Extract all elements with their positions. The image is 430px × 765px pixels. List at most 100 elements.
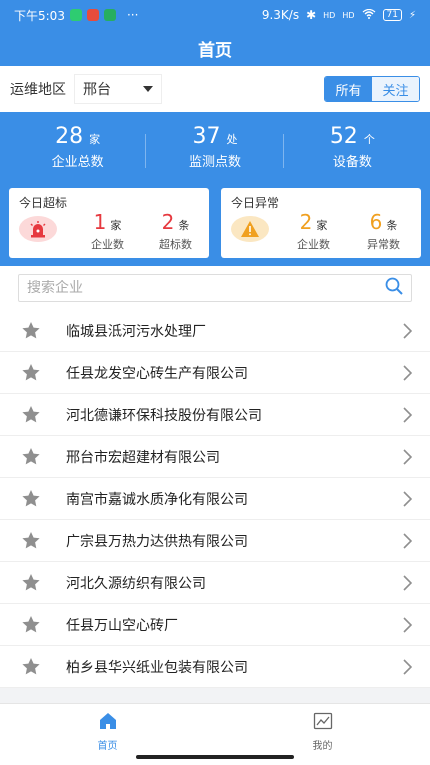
star-icon[interactable] xyxy=(20,405,42,424)
card-sublabel: 企业数 xyxy=(297,238,330,251)
network-speed: 9.3K/s xyxy=(261,8,300,22)
star-icon[interactable] xyxy=(20,489,42,508)
region-label: 运维地区 xyxy=(10,82,66,98)
overlimit-record-count: 2 xyxy=(161,210,175,234)
list-item[interactable]: 任县万山空心砖厂 xyxy=(0,604,430,646)
chevron-right-icon xyxy=(400,406,414,423)
more-notifications-icon: ··· xyxy=(126,8,139,22)
chevron-right-icon xyxy=(400,574,414,591)
home-indicator xyxy=(136,755,294,759)
chevron-right-icon xyxy=(400,364,414,381)
search-icon[interactable] xyxy=(385,277,403,299)
list-item[interactable]: 广宗县万热力达供热有限公司 xyxy=(0,520,430,562)
chevron-right-icon xyxy=(400,322,414,339)
star-icon[interactable] xyxy=(20,615,42,634)
chevron-down-icon xyxy=(143,86,153,92)
company-name: 临城县泜河污水处理厂 xyxy=(66,323,206,340)
stat-enterprises[interactable]: 28 家 企业总数 xyxy=(9,124,147,182)
card-unit: 家 xyxy=(316,219,328,232)
overlimit-enterprise-count: 1 xyxy=(93,210,107,234)
bluetooth-icon: ✱ xyxy=(306,8,317,22)
stat-value: 28 xyxy=(55,124,84,149)
card-unit: 家 xyxy=(110,219,122,232)
company-name: 广宗县万热力达供热有限公司 xyxy=(66,533,248,550)
company-name: 任县万山空心砖厂 xyxy=(66,617,178,634)
bottom-tab-bar: 首页 我的 xyxy=(0,703,430,765)
overlimit-card[interactable]: 今日超标 1家 企业数 2条 超标数 xyxy=(9,188,209,258)
scope-toggle: 所有 关注 xyxy=(324,76,420,102)
tab-all[interactable]: 所有 xyxy=(325,77,372,101)
list-item[interactable]: 任县龙发空心砖生产有限公司 xyxy=(0,352,430,394)
stat-label: 企业总数 xyxy=(51,155,104,170)
tab-mine-label: 我的 xyxy=(312,741,333,752)
star-icon[interactable] xyxy=(20,573,42,592)
stat-value: 52 xyxy=(329,124,358,149)
page-title: 首页 xyxy=(0,30,430,66)
app-notification-icon xyxy=(86,9,99,21)
card-unit: 条 xyxy=(178,219,190,232)
search-box xyxy=(18,274,412,302)
star-icon[interactable] xyxy=(20,321,42,340)
chevron-right-icon xyxy=(400,532,414,549)
app-notification-icon xyxy=(69,9,82,21)
stat-monitor-points[interactable]: 37 处 监测点数 xyxy=(146,124,284,182)
list-item[interactable]: 临城县泜河污水处理厂 xyxy=(0,310,430,352)
charging-icon: ⚡ xyxy=(408,9,416,21)
app-notification-icon xyxy=(103,9,116,21)
card-title: 今日异常 xyxy=(231,196,280,210)
chevron-right-icon xyxy=(400,658,414,675)
card-title: 今日超标 xyxy=(19,196,68,210)
list-item[interactable]: 邢台市宏超建材有限公司 xyxy=(0,436,430,478)
abnormal-enterprise-count: 2 xyxy=(299,210,313,234)
filter-bar: 运维地区 邢台 所有 关注 xyxy=(0,66,430,112)
stat-value: 37 xyxy=(192,124,221,149)
alarm-icon xyxy=(19,216,57,242)
card-unit: 条 xyxy=(386,219,398,232)
star-icon[interactable] xyxy=(20,363,42,382)
card-sublabel: 企业数 xyxy=(91,238,124,251)
company-name: 南宫市嘉诚水质净化有限公司 xyxy=(66,491,248,508)
star-icon[interactable] xyxy=(20,531,42,550)
list-item[interactable]: 河北德谦环保科技股份有限公司 xyxy=(0,394,430,436)
region-select[interactable]: 邢台 xyxy=(74,74,162,104)
company-name: 河北德谦环保科技股份有限公司 xyxy=(66,407,262,424)
star-icon[interactable] xyxy=(20,447,42,466)
company-list: 临城县泜河污水处理厂任县龙发空心砖生产有限公司 河北德谦环保科技股份有限公司 邢台市… xyxy=(0,310,430,688)
abnormal-record-count: 6 xyxy=(369,210,383,234)
company-name: 邢台市宏超建材有限公司 xyxy=(66,449,220,466)
wifi-icon xyxy=(362,8,376,22)
company-name: 任县龙发空心砖生产有限公司 xyxy=(66,365,248,382)
region-value: 邢台 xyxy=(83,82,111,98)
search-bar xyxy=(0,266,430,310)
star-icon[interactable] xyxy=(20,657,42,676)
signal-icon: HD xyxy=(342,10,355,20)
list-item[interactable]: 南宫市嘉诚水质净化有限公司 xyxy=(0,478,430,520)
company-name: 柏乡县华兴纸业包装有限公司 xyxy=(66,659,248,676)
abnormal-card[interactable]: 今日异常 2家 企业数 6条 异常数 xyxy=(221,188,421,258)
company-name: 河北久源纺织有限公司 xyxy=(66,575,206,592)
stat-unit: 家 xyxy=(89,133,101,146)
stat-unit: 个 xyxy=(363,133,375,146)
chevron-right-icon xyxy=(400,616,414,633)
status-bar: 下午5:03 ··· 9.3K/s ✱ HD HD 71 ⚡ xyxy=(0,0,430,30)
tab-home-label: 首页 xyxy=(97,741,118,752)
signal-icon: HD xyxy=(323,10,336,20)
list-item[interactable]: 柏乡县华兴纸业包装有限公司 xyxy=(0,646,430,688)
status-time: 下午5:03 xyxy=(14,8,65,23)
card-sublabel: 超标数 xyxy=(159,238,192,251)
card-sublabel: 异常数 xyxy=(367,238,400,251)
search-input[interactable] xyxy=(27,280,385,296)
list-item[interactable]: 河北久源纺织有限公司 xyxy=(0,562,430,604)
chevron-right-icon xyxy=(400,448,414,465)
warning-icon xyxy=(231,216,269,242)
stat-unit: 处 xyxy=(226,133,238,146)
home-icon xyxy=(98,712,118,733)
chevron-right-icon xyxy=(400,490,414,507)
chart-icon xyxy=(313,712,333,733)
stat-label: 设备数 xyxy=(332,155,372,170)
battery-icon: 71 xyxy=(382,9,402,21)
stats-panel: 28 家 企业总数 37 处 监测点数 52 个 设备数 今日超标 1家 企业数… xyxy=(0,112,430,266)
tab-follow[interactable]: 关注 xyxy=(372,77,419,101)
stat-devices[interactable]: 52 个 设备数 xyxy=(284,124,421,182)
stat-label: 监测点数 xyxy=(188,155,241,170)
